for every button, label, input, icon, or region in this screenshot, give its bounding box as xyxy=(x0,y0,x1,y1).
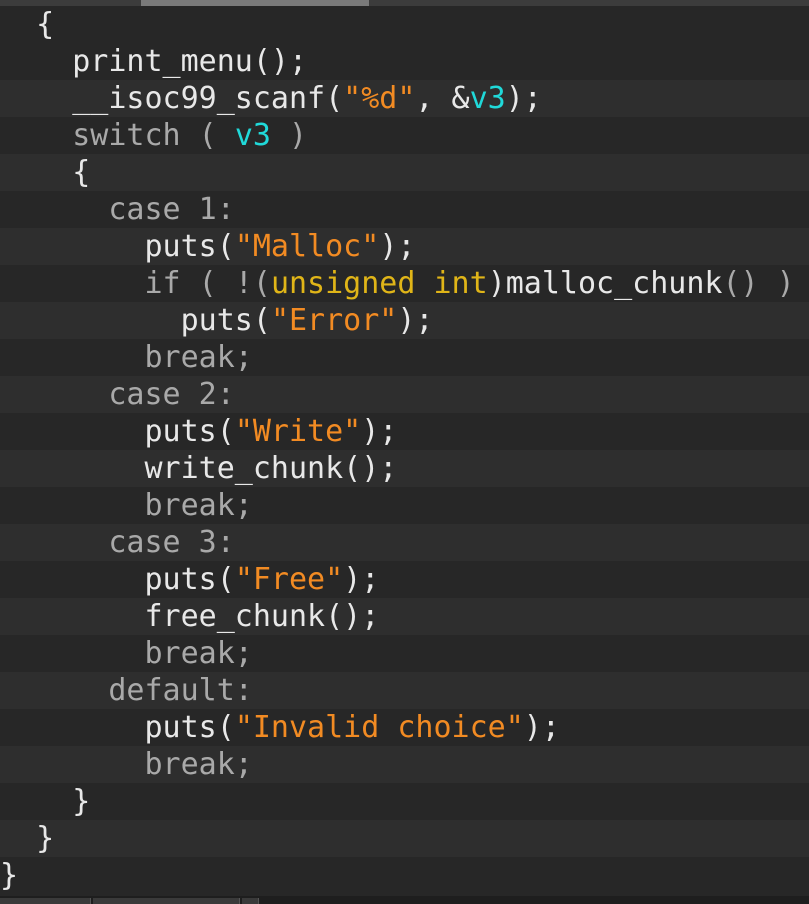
code-token: { xyxy=(0,155,91,190)
code-token: ); xyxy=(505,81,542,116)
code-token: ( xyxy=(252,303,271,338)
code-token: "Error" xyxy=(270,303,398,338)
bottom-tab[interactable] xyxy=(242,898,259,904)
code-token: break; xyxy=(0,636,253,671)
code-line[interactable]: } xyxy=(0,783,809,820)
code-token: v3 xyxy=(234,118,271,153)
code-line[interactable]: write_chunk(); xyxy=(0,450,809,487)
code-token: malloc_chunk xyxy=(505,266,723,301)
code-line[interactable]: __isoc99_scanf("%d", &v3); xyxy=(0,80,809,117)
code-token: (); xyxy=(252,44,308,79)
code-token: { xyxy=(36,7,55,42)
code-view[interactable]: { print_menu(); __isoc99_scanf("%d", &v3… xyxy=(0,6,809,894)
code-line[interactable]: { xyxy=(0,154,809,191)
code-token: ); xyxy=(523,710,560,745)
code-token: "Malloc" xyxy=(234,229,380,264)
code-token: "Invalid choice" xyxy=(234,710,524,745)
code-line[interactable]: { xyxy=(0,6,809,43)
code-token: puts xyxy=(0,303,253,338)
code-token: ( xyxy=(325,81,344,116)
code-token: case 2: xyxy=(0,377,235,412)
code-line[interactable]: break; xyxy=(0,339,809,376)
code-token: } xyxy=(0,821,55,856)
code-token: "Write" xyxy=(234,414,362,449)
code-line[interactable]: case 1: xyxy=(0,191,809,228)
code-token: break; xyxy=(0,340,253,375)
code-token: ); xyxy=(343,562,380,597)
code-line[interactable]: puts("Write"); xyxy=(0,413,809,450)
code-line[interactable]: if ( !(unsigned int)malloc_chunk() ) xyxy=(0,265,809,302)
code-line[interactable]: puts("Malloc"); xyxy=(0,228,809,265)
code-token: "%d" xyxy=(343,81,416,116)
code-line[interactable]: print_menu(); xyxy=(0,43,809,80)
code-line[interactable]: case 3: xyxy=(0,524,809,561)
code-token: } xyxy=(0,784,91,819)
code-line[interactable]: puts("Free"); xyxy=(0,561,809,598)
code-line[interactable]: puts("Invalid choice"); xyxy=(0,709,809,746)
code-token: , & xyxy=(415,81,470,116)
code-token: puts xyxy=(0,229,217,264)
code-token: () ) xyxy=(722,266,795,301)
code-token: (); xyxy=(343,451,398,486)
code-line[interactable]: break; xyxy=(0,746,809,783)
code-line[interactable]: break; xyxy=(0,487,809,524)
code-token: ( xyxy=(216,414,235,449)
code-token: case 1: xyxy=(0,192,235,227)
code-token: free_chunk xyxy=(0,599,326,634)
code-line[interactable]: default: xyxy=(0,672,809,709)
code-token: if ( !( xyxy=(0,266,271,301)
code-token: v3 xyxy=(469,81,506,116)
code-token: ) xyxy=(487,266,506,301)
code-token: __isoc99_scanf xyxy=(0,81,326,116)
code-token: default: xyxy=(0,673,253,708)
bottom-tab[interactable] xyxy=(0,898,91,904)
code-token: ( xyxy=(180,118,235,153)
code-token: ); xyxy=(397,303,434,338)
code-token: puts xyxy=(0,414,217,449)
code-token: case 3: xyxy=(0,525,235,560)
code-token: ); xyxy=(379,229,416,264)
code-token: write_chunk xyxy=(0,451,344,486)
code-token: "Free" xyxy=(234,562,344,597)
code-line[interactable]: puts("Error"); xyxy=(0,302,809,339)
code-token: ); xyxy=(361,414,398,449)
code-token: print_menu xyxy=(0,44,253,79)
code-line[interactable]: switch ( v3 ) xyxy=(0,117,809,154)
code-line[interactable]: case 2: xyxy=(0,376,809,413)
code-token: puts xyxy=(0,562,217,597)
code-token: unsigned int xyxy=(270,266,488,301)
code-token: break; xyxy=(0,747,253,782)
code-editor[interactable]: { print_menu(); __isoc99_scanf("%d", &v3… xyxy=(0,0,809,904)
code-token: ( xyxy=(216,562,235,597)
code-token: puts xyxy=(0,710,217,745)
code-token: ( xyxy=(216,710,235,745)
code-token: switch xyxy=(0,118,181,153)
code-line[interactable]: } xyxy=(0,820,809,857)
code-token: break; xyxy=(0,488,253,523)
code-token: (); xyxy=(325,599,380,634)
code-line[interactable]: } xyxy=(0,857,809,894)
code-token: ) xyxy=(270,118,308,153)
code-token: ( xyxy=(216,229,235,264)
code-line[interactable]: free_chunk(); xyxy=(0,598,809,635)
code-token: } xyxy=(0,858,19,893)
code-line[interactable]: break; xyxy=(0,635,809,672)
bottom-tab[interactable] xyxy=(93,898,240,904)
